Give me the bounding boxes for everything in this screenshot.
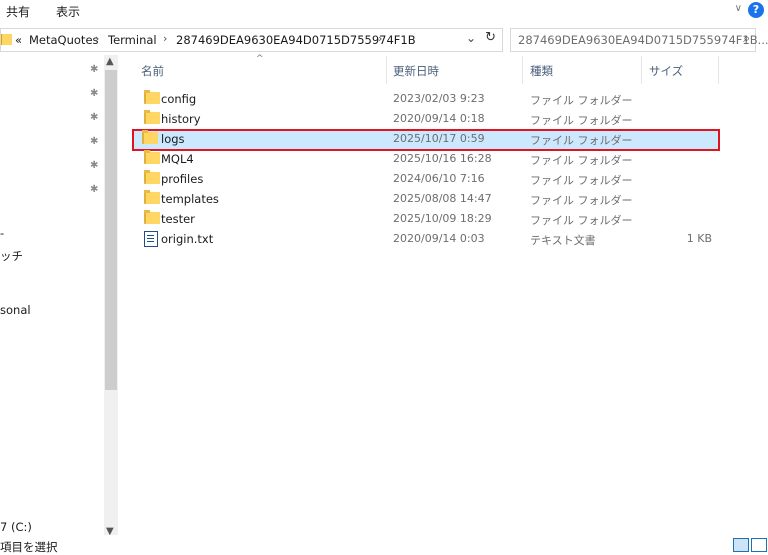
file-date: 2025/10/17 0:59 bbox=[393, 132, 485, 145]
file-date: 2020/09/14 0:03 bbox=[393, 232, 485, 245]
file-name: MQL4 bbox=[161, 152, 194, 166]
pin-icon[interactable]: ✱ bbox=[90, 88, 98, 99]
status-text: 項目を選択 bbox=[0, 540, 58, 554]
list-item[interactable]: templates 2025/08/08 14:47 ファイル フォルダー bbox=[134, 189, 716, 209]
file-type: ファイル フォルダー bbox=[530, 134, 633, 147]
column-header-name[interactable]: 名前 bbox=[141, 63, 164, 79]
list-item[interactable]: MQL4 2025/10/16 16:28 ファイル フォルダー bbox=[134, 149, 716, 169]
scroll-down-icon[interactable]: ▼ bbox=[106, 526, 114, 537]
scroll-thumb[interactable] bbox=[105, 70, 117, 390]
breadcrumb-chevron-icon[interactable]: › bbox=[95, 32, 99, 45]
address-history-dropdown-icon[interactable]: ⌄ bbox=[466, 31, 476, 45]
nav-item[interactable]: sonal bbox=[0, 303, 31, 317]
breadcrumb-terminal[interactable]: Terminal bbox=[108, 33, 157, 47]
nav-item[interactable]: - bbox=[0, 226, 4, 240]
nav-item[interactable]: ッチ bbox=[0, 248, 23, 264]
search-placeholder[interactable]: 287469DEA9630EA94D0715D755974F1B... bbox=[518, 33, 768, 47]
menu-view[interactable]: 表示 bbox=[56, 3, 80, 20]
menu-share[interactable]: 共有 bbox=[6, 3, 30, 20]
list-item[interactable]: profiles 2024/06/10 7:16 ファイル フォルダー bbox=[134, 169, 716, 189]
file-date: 2024/06/10 7:16 bbox=[393, 172, 485, 185]
sort-ascending-icon: ^ bbox=[256, 54, 264, 64]
file-date: 2025/08/08 14:47 bbox=[393, 192, 492, 205]
pin-icon[interactable]: ✱ bbox=[90, 184, 98, 195]
file-type: ファイル フォルダー bbox=[530, 174, 633, 187]
folder-icon bbox=[1, 34, 12, 45]
folder-icon bbox=[144, 150, 160, 164]
scroll-up-icon[interactable]: ▲ bbox=[106, 56, 114, 67]
file-type: ファイル フォルダー bbox=[530, 114, 633, 127]
folder-icon bbox=[142, 130, 158, 144]
file-date: 2025/10/09 18:29 bbox=[393, 212, 492, 225]
file-name: tester bbox=[161, 212, 195, 226]
large-icons-view-icon[interactable] bbox=[751, 538, 767, 552]
file-type: ファイル フォルダー bbox=[530, 154, 633, 167]
file-date: 2025/10/16 16:28 bbox=[393, 152, 492, 165]
list-item[interactable]: history 2020/09/14 0:18 ファイル フォルダー bbox=[134, 109, 716, 129]
column-divider[interactable] bbox=[718, 56, 719, 84]
list-item[interactable]: tester 2025/10/09 18:29 ファイル フォルダー bbox=[134, 209, 716, 229]
file-name: profiles bbox=[161, 172, 204, 186]
file-date: 2023/02/03 9:23 bbox=[393, 92, 485, 105]
file-name: logs bbox=[161, 132, 185, 146]
nav-item-drive-c[interactable]: 7 (C:) bbox=[0, 520, 32, 534]
folder-icon bbox=[144, 110, 160, 124]
pin-icon[interactable]: ✱ bbox=[90, 136, 98, 147]
nav-scrollbar[interactable]: ▲ ▼ bbox=[104, 55, 118, 537]
details-view-icon[interactable] bbox=[733, 538, 749, 552]
column-divider[interactable] bbox=[641, 56, 642, 84]
file-type: テキスト文書 bbox=[530, 234, 596, 247]
file-name: config bbox=[161, 92, 197, 106]
file-name: templates bbox=[161, 192, 219, 206]
breadcrumb-metaquotes[interactable]: MetaQuotes bbox=[29, 33, 99, 47]
search-box[interactable]: 287469DEA9630EA94D0715D755974F1B... ⌕ bbox=[510, 28, 768, 52]
breadcrumb-overflow[interactable]: « bbox=[15, 33, 22, 47]
navigation-pane: ✱ ✱ ✱ ✱ ✱ ✱ - ッチ sonal 7 (C:) bbox=[0, 55, 118, 535]
pin-icon[interactable]: ✱ bbox=[90, 160, 98, 171]
column-header-date[interactable]: 更新日時 bbox=[393, 63, 439, 79]
pin-icon[interactable]: ✱ bbox=[90, 64, 98, 75]
folder-icon bbox=[144, 170, 160, 184]
ribbon-expand-icon[interactable]: ∨ bbox=[735, 3, 742, 14]
list-item-selected[interactable]: logs 2025/10/17 0:59 ファイル フォルダー bbox=[132, 129, 720, 151]
breadcrumb-chevron-icon[interactable]: › bbox=[163, 32, 167, 45]
file-type: ファイル フォルダー bbox=[530, 94, 633, 107]
status-bar: 項目を選択 bbox=[0, 537, 768, 555]
list-item[interactable]: config 2023/02/03 9:23 ファイル フォルダー bbox=[134, 89, 716, 109]
text-file-icon bbox=[144, 231, 158, 247]
file-type: ファイル フォルダー bbox=[530, 214, 633, 227]
list-item[interactable]: origin.txt 2020/09/14 0:03 テキスト文書 1 KB bbox=[134, 229, 716, 249]
column-divider[interactable] bbox=[522, 56, 523, 84]
column-divider[interactable] bbox=[386, 56, 387, 84]
column-header-type[interactable]: 種類 bbox=[530, 63, 553, 79]
folder-icon bbox=[144, 90, 160, 104]
pin-icon[interactable]: ✱ bbox=[90, 112, 98, 123]
folder-icon bbox=[144, 210, 160, 224]
refresh-icon[interactable]: ↻ bbox=[485, 30, 496, 45]
address-bar[interactable]: « MetaQuotes › Terminal › 287469DEA9630E… bbox=[0, 28, 503, 52]
file-name: history bbox=[161, 112, 201, 126]
file-name: origin.txt bbox=[161, 232, 214, 246]
search-icon[interactable]: ⌕ bbox=[743, 31, 750, 46]
file-date: 2020/09/14 0:18 bbox=[393, 112, 485, 125]
ribbon: 共有 表示 ∨ ? bbox=[0, 0, 768, 22]
file-type: ファイル フォルダー bbox=[530, 194, 633, 207]
file-size: 1 KB bbox=[686, 232, 712, 245]
breadcrumb-chevron-icon[interactable]: › bbox=[378, 32, 382, 45]
column-header-size[interactable]: サイズ bbox=[649, 63, 683, 79]
folder-icon bbox=[144, 190, 160, 204]
help-icon[interactable]: ? bbox=[748, 2, 764, 18]
